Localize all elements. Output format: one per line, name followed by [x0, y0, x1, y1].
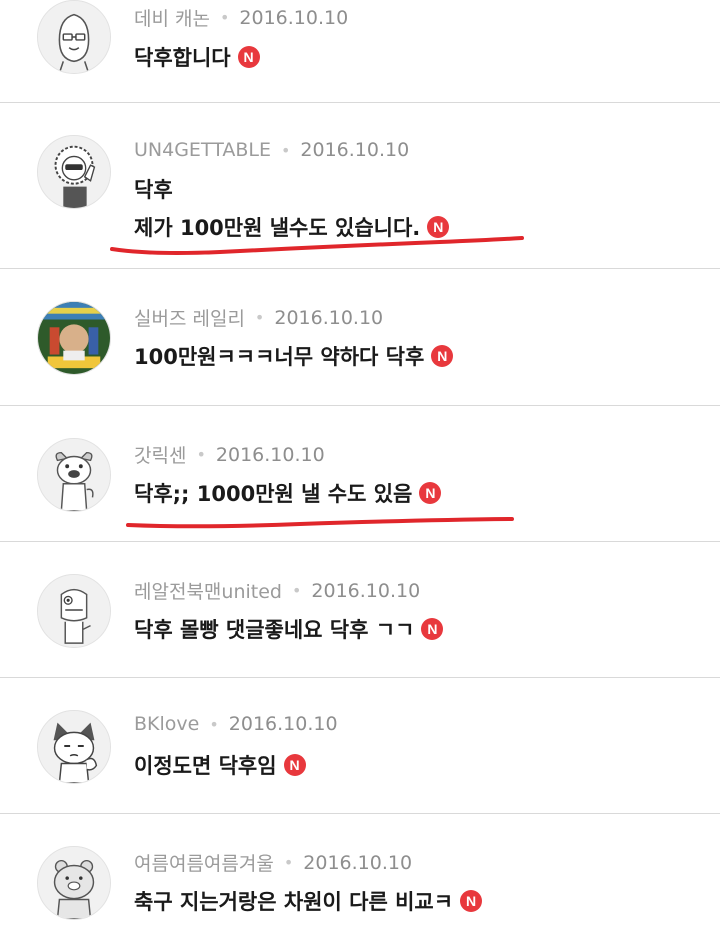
dog-character-icon — [38, 439, 110, 511]
comment-line: 100만원ㅋㅋㅋ너무 약하다 닥후 — [134, 345, 425, 369]
comment-item: 레알전북맨united • 2016.10.10 닥후 몰빵 댓글좋네요 닥후 … — [0, 542, 720, 678]
comment-author[interactable]: 갓릭센 — [134, 441, 186, 468]
comment-item: 실버즈 레일리 • 2016.10.10 100만원ㅋㅋㅋ너무 약하다 닥후 N — [0, 269, 720, 406]
new-badge: N — [237, 46, 260, 68]
avatar[interactable] — [37, 710, 111, 784]
meta-separator: • — [209, 714, 219, 734]
meta-separator: • — [280, 140, 291, 160]
comment-text: 닥후 몰빵 댓글좋네요 닥후 ㄱㄱ N — [134, 614, 444, 644]
meta-separator: • — [219, 8, 230, 27]
comment-meta: BKlove • 2016.10.10 — [134, 713, 338, 735]
manga-cover-photo-icon — [38, 302, 110, 374]
comment-text: 닥후합니다 N — [134, 42, 260, 72]
comment-date: 2016.10.10 — [215, 443, 325, 466]
lion-character-icon — [38, 847, 110, 919]
comment-meta: 실버즈 레일리 • 2016.10.10 — [134, 304, 383, 331]
comment-author[interactable]: 데비 캐논 — [134, 4, 210, 31]
avatar[interactable] — [37, 438, 111, 512]
avatar[interactable] — [37, 301, 111, 375]
comment-author[interactable]: 레알전북맨united — [134, 577, 282, 604]
avatar[interactable] — [37, 574, 111, 648]
comment-line: 이정도면 닥후임 — [134, 754, 277, 778]
comment-line: 닥후합니다 — [134, 46, 231, 70]
avatar[interactable] — [37, 0, 111, 74]
avatar[interactable] — [37, 135, 111, 209]
comment-date: 2016.10.10 — [300, 139, 410, 161]
curly-hair-character-icon — [38, 136, 110, 208]
comment-author[interactable]: 실버즈 레일리 — [134, 304, 245, 331]
comment-author[interactable]: BKlove — [134, 713, 199, 735]
comment-meta: UN4GETTABLE • 2016.10.10 — [134, 139, 409, 161]
comment-date: 2016.10.10 — [228, 713, 338, 735]
comment-author[interactable]: 여름여름여름겨울 — [134, 849, 274, 876]
comment-date: 2016.10.10 — [239, 6, 349, 29]
comment-line: 닥후;; 1000만원 낼 수도 있음 — [134, 482, 413, 506]
comment-line: 닥후 몰빵 댓글좋네요 닥후 ㄱㄱ — [134, 618, 415, 642]
comment-meta: 여름여름여름겨울 • 2016.10.10 — [134, 849, 412, 876]
new-badge: N — [419, 482, 442, 504]
comment-text: 이정도면 닥후임 N — [134, 750, 306, 780]
comment-date: 2016.10.10 — [274, 306, 384, 329]
peach-character-icon — [38, 1, 110, 73]
new-badge: N — [427, 216, 450, 238]
comment-item: 데비 캐논 • 2016.10.10 닥후합니다 N — [0, 0, 720, 103]
comment-meta: 갓릭센 • 2016.10.10 — [134, 441, 325, 468]
comment-item: BKlove • 2016.10.10 이정도면 닥후임 N — [0, 678, 720, 814]
cat-character-icon — [38, 711, 110, 783]
comment-author[interactable]: UN4GETTABLE — [134, 139, 271, 161]
comment-list: 데비 캐논 • 2016.10.10 닥후합니다 N UN4GETTABLE •… — [0, 0, 720, 952]
avatar[interactable] — [37, 846, 111, 920]
comment-date: 2016.10.10 — [303, 851, 413, 874]
comment-text: 축구 지는거랑은 차원이 다른 비교ㅋ N — [134, 886, 483, 916]
comment-meta: 데비 캐논 • 2016.10.10 — [134, 4, 348, 31]
meta-separator: • — [291, 581, 302, 600]
comment-line: 닥후 — [134, 178, 173, 202]
comment-item: 여름여름여름겨울 • 2016.10.10 축구 지는거랑은 차원이 다른 비교… — [0, 814, 720, 952]
new-badge: N — [431, 345, 454, 367]
comment-text: 닥후;; 1000만원 낼 수도 있음 N — [134, 478, 442, 508]
meta-separator: • — [254, 308, 265, 327]
meta-separator: • — [196, 445, 206, 464]
meta-separator: • — [283, 853, 294, 872]
comment-meta: 레알전북맨united • 2016.10.10 — [134, 577, 420, 604]
comment-text: 제가 100만원 낼수도 있습니다. N — [134, 212, 450, 242]
new-badge: N — [283, 754, 306, 776]
new-badge: N — [460, 890, 483, 912]
comment-date: 2016.10.10 — [311, 579, 421, 602]
comment-text: 닥후 — [134, 174, 173, 204]
crocodile-character-icon — [38, 575, 110, 647]
new-badge: N — [421, 618, 444, 640]
comment-line: 제가 100만원 낼수도 있습니다. — [134, 216, 421, 240]
comment-text: 100만원ㅋㅋㅋ너무 약하다 닥후 N — [134, 341, 454, 371]
comment-item: UN4GETTABLE • 2016.10.10 닥후 제가 100만원 낼수도… — [0, 103, 720, 269]
comment-item: 갓릭센 • 2016.10.10 닥후;; 1000만원 낼 수도 있음 N — [0, 406, 720, 542]
comment-line: 축구 지는거랑은 차원이 다른 비교ㅋ — [134, 890, 454, 914]
